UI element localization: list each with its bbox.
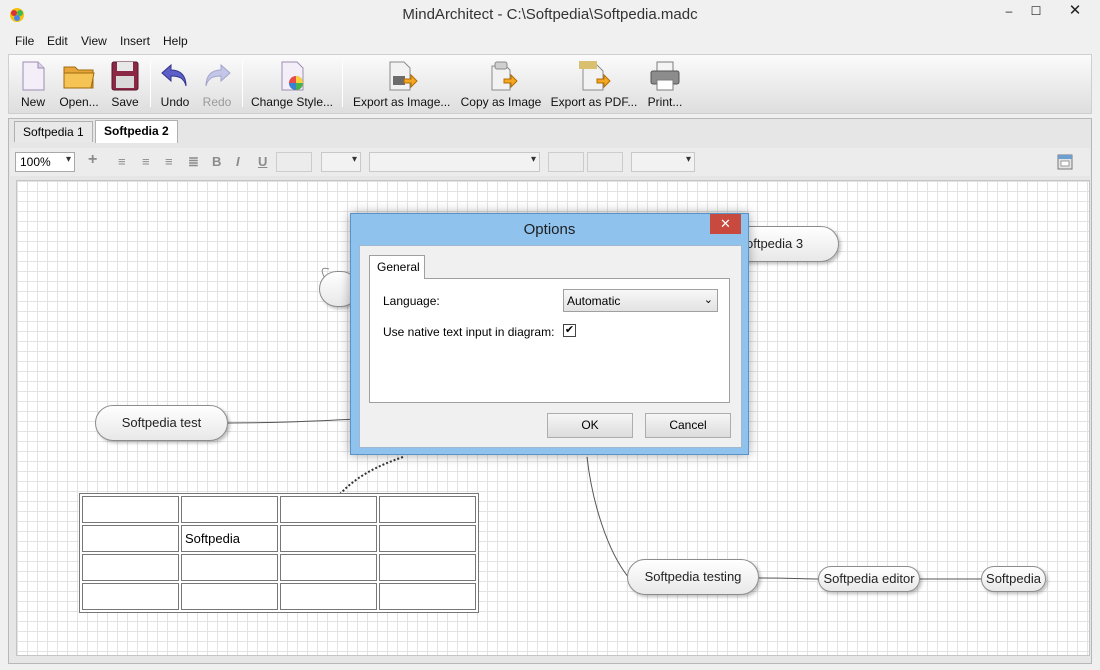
color-palette-icon <box>281 61 304 91</box>
menu-bar: File Edit View Insert Help <box>0 31 1100 51</box>
table-cell[interactable] <box>280 496 377 523</box>
bold-icon[interactable]: B <box>212 154 221 169</box>
menu-view[interactable]: View <box>81 34 107 48</box>
table-row <box>82 554 476 581</box>
font-size-select[interactable]: ▾ <box>321 152 361 172</box>
save-disk-icon <box>111 61 139 91</box>
panel-toggle-icon[interactable] <box>1057 154 1073 170</box>
line-style-select[interactable]: ▾ <box>631 152 695 172</box>
table-cell[interactable] <box>379 525 476 552</box>
align-center-icon[interactable]: ≡ <box>142 154 150 169</box>
chevron-down-icon: ▾ <box>685 154 691 165</box>
save-button[interactable]: Save <box>105 57 145 111</box>
tab-softpedia-1[interactable]: Softpedia 1 <box>14 121 93 142</box>
general-panel: Language: Automatic ⌄ Use native text in… <box>369 278 730 403</box>
checkmark-icon: ✔ <box>564 324 575 336</box>
table-cell[interactable] <box>82 525 179 552</box>
mind-map-node[interactable]: Softpedia editor <box>818 566 920 592</box>
table-cell[interactable] <box>82 583 179 610</box>
toolbar-separator <box>242 61 243 107</box>
toolbar-separator <box>342 61 343 107</box>
table-cell[interactable] <box>379 496 476 523</box>
dialog-close-button[interactable]: ✕ <box>710 214 741 234</box>
table-row <box>82 496 476 523</box>
table-cell[interactable] <box>181 583 278 610</box>
align-left-icon[interactable]: ≡ <box>118 154 126 169</box>
toolbar: New Open... Save Undo Redo Change Style.… <box>8 54 1092 114</box>
copy-image-icon <box>491 61 518 91</box>
language-label: Language: <box>383 294 440 308</box>
new-button[interactable]: New <box>13 57 53 111</box>
dialog-body: General Language: Automatic ⌄ Use native… <box>359 245 742 448</box>
line-color-field[interactable] <box>548 152 584 172</box>
diagram-table[interactable]: Softpedia <box>79 493 479 613</box>
open-button[interactable]: Open... <box>57 57 101 111</box>
chevron-down-icon: ▾ <box>65 154 71 165</box>
table-cell[interactable] <box>181 554 278 581</box>
undo-arrow-icon <box>161 63 187 87</box>
table-cell[interactable] <box>280 554 377 581</box>
menu-help[interactable]: Help <box>163 34 188 48</box>
maximize-button[interactable]: ☐ <box>1022 4 1050 26</box>
table-cell[interactable] <box>280 525 377 552</box>
font-family-select[interactable]: ▾ <box>369 152 540 172</box>
ok-button[interactable]: OK <box>547 413 633 438</box>
add-icon[interactable]: + <box>88 151 97 169</box>
mind-map-node[interactable]: Softpedia testing <box>627 559 759 595</box>
table-cell[interactable] <box>82 496 179 523</box>
redo-button[interactable]: Redo <box>197 57 237 111</box>
table-cell[interactable] <box>82 554 179 581</box>
print-button[interactable]: Print... <box>643 57 687 111</box>
folder-icon <box>63 66 95 89</box>
dialog-title: Options <box>523 221 576 238</box>
export-image-icon <box>389 61 418 91</box>
italic-icon[interactable]: I <box>236 154 240 169</box>
table-cell[interactable] <box>379 583 476 610</box>
mind-map-node[interactable]: Softpedia <box>981 566 1046 592</box>
fill-color-field[interactable] <box>587 152 623 172</box>
options-dialog: Options ✕ General Language: Automatic ⌄ … <box>350 213 749 455</box>
align-right-icon[interactable]: ≡ <box>165 154 173 169</box>
table-cell[interactable] <box>181 496 278 523</box>
export-pdf-button[interactable]: Export as PDF... <box>549 57 639 111</box>
new-document-icon <box>22 61 45 91</box>
minimize-button[interactable]: – <box>995 4 1023 26</box>
table-cell[interactable] <box>280 583 377 610</box>
chevron-down-icon: ⌄ <box>703 294 713 306</box>
undo-button[interactable]: Undo <box>155 57 195 111</box>
close-window-button[interactable]: ✕ <box>1055 0 1095 22</box>
mind-map-node[interactable]: Softpedia test <box>95 405 228 441</box>
export-image-button[interactable]: Export as Image... <box>353 57 450 111</box>
format-toolbar: 100% ▾ + ≡ ≡ ≡ ≣ B I U ▾ ▾ ▾ <box>10 148 1090 176</box>
menu-file[interactable]: File <box>15 34 34 48</box>
redo-arrow-icon <box>205 63 231 87</box>
cancel-button[interactable]: Cancel <box>645 413 731 438</box>
tab-general[interactable]: General <box>369 255 425 279</box>
title-bar: MindArchitect - C:\Softpedia\Softpedia.m… <box>0 0 1100 30</box>
color-field[interactable] <box>276 152 312 172</box>
table-cell[interactable] <box>379 554 476 581</box>
menu-edit[interactable]: Edit <box>47 34 68 48</box>
copy-image-button[interactable]: Copy as Image <box>459 57 543 111</box>
zoom-select[interactable]: 100% ▾ <box>15 152 75 172</box>
export-pdf-icon <box>579 61 611 91</box>
native-input-label: Use native text input in diagram: <box>383 325 555 339</box>
tab-softpedia-2[interactable]: Softpedia 2 <box>95 120 178 143</box>
language-select[interactable]: Automatic ⌄ <box>563 289 718 312</box>
menu-insert[interactable]: Insert <box>120 34 150 48</box>
table-row <box>82 583 476 610</box>
underline-icon[interactable]: U <box>258 154 267 169</box>
chevron-down-icon: ▾ <box>351 154 357 165</box>
toolbar-separator <box>150 61 151 107</box>
window-title: MindArchitect - C:\Softpedia\Softpedia.m… <box>402 6 698 23</box>
change-style-button[interactable]: Change Style... <box>249 57 335 111</box>
table-row: Softpedia <box>82 525 476 552</box>
align-justify-icon[interactable]: ≣ <box>188 154 199 170</box>
table-cell[interactable]: Softpedia <box>181 525 278 552</box>
printer-icon <box>650 61 680 91</box>
native-input-checkbox[interactable]: ✔ <box>563 324 576 337</box>
chevron-down-icon: ▾ <box>530 154 536 165</box>
